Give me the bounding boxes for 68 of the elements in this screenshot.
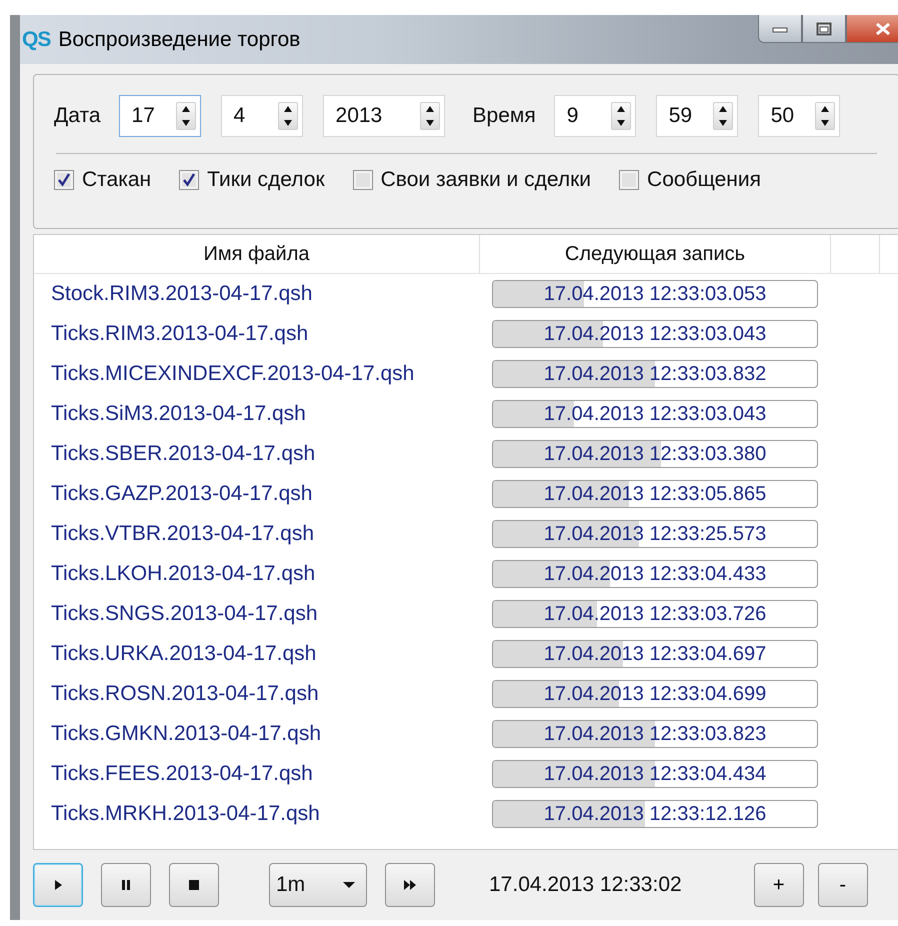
progress-bar: 17.04.2013 12:33:03.823 [492,720,818,748]
spin-arrows-icon [176,102,196,130]
progress-bar: 17.04.2013 12:33:03.380 [492,440,818,468]
pause-icon [120,878,132,892]
spin-arrows-icon [278,102,298,130]
column-header[interactable]: Имя файла [34,235,480,273]
file-name-cell-text: Ticks.GAZP.2013-04-17.qsh [50,482,314,506]
option-checkbox[interactable]: Тики сделок [179,168,325,192]
progress-bar: 17.04.2013 12:33:04.434 [492,760,818,788]
play-icon [52,878,64,892]
time-label: Время [472,104,536,128]
close-button[interactable] [846,15,898,43]
spin-arrows-icon [814,102,835,130]
minimize-button[interactable] [758,15,802,43]
option-checkbox[interactable]: Сообщения [619,168,762,192]
minimize-icon [772,24,788,32]
current-time: 17.04.2013 12:33:02 [489,873,682,897]
dropdown-arrow-icon [342,880,356,890]
file-name-cell-text: Ticks.MRKH.2013-04-17.qsh [50,802,321,826]
file-name-cell-text: Ticks.GMKN.2013-04-17.qsh [50,722,322,746]
progress-bar: 17.04.2013 12:33:03.043 [492,400,818,428]
file-name-cell-text: Ticks.SBER.2013-04-17.qsh [50,442,316,466]
spin-arrows-icon [420,102,440,130]
progress-bar: 17.04.2013 12:33:03.726 [492,600,818,628]
progress-bar: 17.04.2013 12:33:04.699 [492,680,818,708]
file-name-cell-text: Ticks.MICEXINDEXCF.2013-04-17.qsh [50,362,416,386]
option-checkbox[interactable]: Свои заявки и сделки [352,168,592,192]
window-title: Воспроизведение торгов [58,28,300,52]
progress-bar: 17.04.2013 12:33:03.043 [492,320,818,348]
file-name-cell-text: Ticks.VTBR.2013-04-17.qsh [50,522,316,546]
time-spinbox[interactable]: 9 [554,95,636,137]
progress-bar: 17.04.2013 12:33:04.697 [492,640,818,668]
close-icon [874,22,892,36]
progress-bar: 17.04.2013 12:33:12.126 [492,800,818,828]
pause-button[interactable] [101,863,151,907]
zoom-out-button[interactable]: - [818,863,868,907]
time-spinbox[interactable]: 59 [656,95,738,137]
fast-forward-button[interactable] [385,863,435,907]
fast-forward-icon [402,878,418,892]
progress-bar: 17.04.2013 12:33:03.053 [492,280,818,308]
file-name-cell-text: Ticks.ROSN.2013-04-17.qsh [50,682,320,706]
date-spinbox[interactable]: 4 [220,95,303,137]
time-spinbox[interactable]: 50 [758,95,840,137]
file-name-cell-text: Ticks.LKOH.2013-04-17.qsh [50,562,316,586]
app-logo: QS [22,28,50,52]
file-name-cell-text: Ticks.SNGS.2013-04-17.qsh [50,602,319,626]
speed-dropdown[interactable]: 1m [269,863,367,907]
option-checkbox[interactable]: Стакан [54,168,152,192]
maximize-icon [816,22,832,36]
file-name-cell-text: Ticks.SiM3.2013-04-17.qsh [50,402,307,426]
progress-bar: 17.04.2013 12:33:25.573 [492,520,818,548]
spin-arrows-icon [610,102,631,130]
progress-bar: 17.04.2013 12:33:04.433 [492,560,818,588]
stop-button[interactable] [169,863,219,907]
date-spinbox[interactable]: 17 [118,95,201,137]
date-spinbox[interactable]: 2013 [322,95,445,137]
column-header[interactable]: Следующая запись [480,235,831,273]
zoom-in-button[interactable]: + [754,863,804,907]
spin-arrows-icon [712,102,733,130]
file-name-cell-text: Ticks.FEES.2013-04-17.qsh [50,762,314,786]
file-name-cell-text: Ticks.URKA.2013-04-17.qsh [50,642,318,666]
progress-bar: 17.04.2013 12:33:05.865 [492,480,818,508]
file-name-cell-text: Ticks.RIM3.2013-04-17.qsh [50,322,310,346]
date-label: Дата [54,104,101,128]
maximize-button[interactable] [802,15,846,43]
file-name-cell-text: Stock.RIM3.2013-04-17.qsh [50,282,314,306]
progress-bar: 17.04.2013 12:33:03.832 [492,360,818,388]
stop-icon [188,878,200,892]
